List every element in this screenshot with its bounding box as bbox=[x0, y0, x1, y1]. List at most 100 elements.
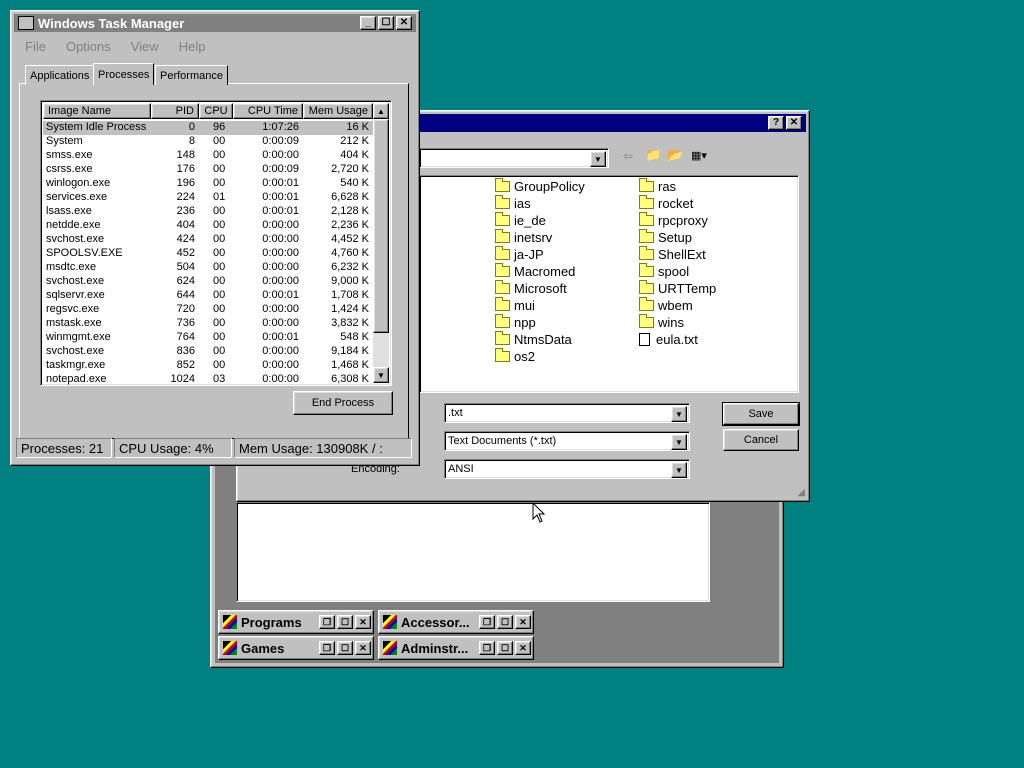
column-cpu-time[interactable]: CPU Time bbox=[233, 103, 303, 119]
chevron-down-icon[interactable]: ▼ bbox=[671, 434, 687, 450]
folder-item[interactable]: ias bbox=[495, 194, 531, 211]
end-process-button[interactable]: End Process bbox=[293, 391, 393, 415]
view-menu-icon[interactable]: ▦▾ bbox=[691, 149, 707, 162]
process-row[interactable]: mstask.exe 736 00 0:00:00 3,832 K bbox=[43, 317, 375, 331]
close-button[interactable]: ✕ bbox=[396, 16, 412, 30]
menu-view[interactable]: View bbox=[131, 39, 159, 54]
process-row[interactable]: services.exe 224 01 0:00:01 6,628 K bbox=[43, 191, 375, 205]
process-row[interactable]: netdde.exe 404 00 0:00:00 2,236 K bbox=[43, 219, 375, 233]
scroll-up-button[interactable]: ▲ bbox=[373, 103, 389, 119]
close-button[interactable]: ✕ bbox=[786, 116, 802, 130]
folder-item[interactable]: ShellExt bbox=[639, 245, 706, 262]
process-time: 0:00:00 bbox=[262, 219, 299, 231]
restore-button[interactable]: ❐ bbox=[479, 641, 495, 655]
maximize-button[interactable]: ☐ bbox=[337, 641, 353, 655]
process-row[interactable]: System 8 00 0:00:09 212 K bbox=[43, 135, 375, 149]
process-row[interactable]: notepad.exe 1024 03 0:00:00 6,308 K bbox=[43, 373, 375, 385]
process-row[interactable]: svchost.exe 836 00 0:00:00 9,184 K bbox=[43, 345, 375, 359]
folder-item[interactable]: wins bbox=[639, 313, 684, 330]
maximize-button[interactable]: ☐ bbox=[497, 641, 513, 655]
column-mem-usage[interactable]: Mem Usage bbox=[303, 103, 373, 119]
save-button[interactable]: Save bbox=[722, 402, 800, 426]
process-row[interactable]: smss.exe 148 00 0:00:00 404 K bbox=[43, 149, 375, 163]
folder-item[interactable]: ras bbox=[639, 177, 676, 194]
folder-item[interactable]: mui bbox=[495, 296, 535, 313]
chevron-down-icon[interactable]: ▼ bbox=[671, 406, 687, 422]
process-mem: 2,236 K bbox=[331, 219, 369, 231]
column-image-name[interactable]: Image Name bbox=[43, 103, 151, 119]
minimized-administrative-tools[interactable]: Adminstr... ❐ ☐ ✕ bbox=[378, 636, 534, 660]
close-button[interactable]: ✕ bbox=[515, 641, 531, 655]
maximize-button[interactable]: ☐ bbox=[378, 16, 394, 30]
help-button[interactable]: ? bbox=[768, 116, 784, 130]
folder-item[interactable]: inetsrv bbox=[495, 228, 552, 245]
process-row[interactable]: taskmgr.exe 852 00 0:00:00 1,468 K bbox=[43, 359, 375, 373]
restore-button[interactable]: ❐ bbox=[319, 615, 335, 629]
chevron-down-icon[interactable]: ▼ bbox=[671, 462, 687, 478]
restore-button[interactable]: ❐ bbox=[479, 615, 495, 629]
folder-item[interactable]: wbem bbox=[639, 296, 693, 313]
folder-item[interactable]: GroupPolicy bbox=[495, 177, 585, 194]
tab-performance[interactable]: Performance bbox=[155, 65, 228, 85]
file-list[interactable] bbox=[419, 175, 799, 393]
tab-processes[interactable]: Processes bbox=[93, 63, 155, 85]
process-row[interactable]: winlogon.exe 196 00 0:00:01 540 K bbox=[43, 177, 375, 191]
encoding-select[interactable]: ANSI ▼ bbox=[444, 459, 690, 479]
process-row[interactable]: sqlservr.exe 644 00 0:00:01 1,708 K bbox=[43, 289, 375, 303]
folder-item[interactable]: ie_de bbox=[495, 211, 546, 228]
close-button[interactable]: ✕ bbox=[355, 641, 371, 655]
maximize-button[interactable]: ☐ bbox=[337, 615, 353, 629]
scroll-thumb[interactable] bbox=[373, 119, 389, 333]
process-row[interactable]: svchost.exe 624 00 0:00:00 9,000 K bbox=[43, 275, 375, 289]
process-row[interactable]: msdtc.exe 504 00 0:00:00 6,232 K bbox=[43, 261, 375, 275]
restore-button[interactable]: ❐ bbox=[319, 641, 335, 655]
minimize-button[interactable]: _ bbox=[360, 16, 376, 30]
process-row[interactable]: lsass.exe 236 00 0:00:01 2,128 K bbox=[43, 205, 375, 219]
folder-item[interactable]: rpcproxy bbox=[639, 211, 708, 228]
folder-item[interactable]: NtmsData bbox=[495, 330, 572, 347]
process-row[interactable]: winmgmt.exe 764 00 0:00:01 548 K bbox=[43, 331, 375, 345]
up-folder-icon[interactable]: 📁 bbox=[645, 147, 661, 163]
folder-item[interactable]: spool bbox=[639, 262, 689, 279]
menu-options[interactable]: Options bbox=[66, 39, 111, 54]
file-item[interactable]: eula.txt bbox=[639, 331, 698, 347]
minimized-accessories[interactable]: Accessor... ❐ ☐ ✕ bbox=[378, 610, 534, 634]
process-row[interactable]: svchost.exe 424 00 0:00:00 4,452 K bbox=[43, 233, 375, 247]
maximize-button[interactable]: ☐ bbox=[497, 615, 513, 629]
tab-applications[interactable]: Applications bbox=[25, 65, 95, 85]
process-cpu: 00 bbox=[213, 205, 226, 217]
process-row[interactable]: System Idle Process 0 96 1:07:26 16 K bbox=[43, 121, 375, 135]
notepad-text-area[interactable] bbox=[236, 502, 710, 602]
scroll-down-button[interactable]: ▼ bbox=[373, 367, 389, 383]
menu-file[interactable]: File bbox=[25, 39, 46, 54]
folder-item[interactable]: Setup bbox=[639, 228, 692, 245]
file-type-select[interactable]: Text Documents (*.txt) ▼ bbox=[444, 431, 690, 451]
minimized-games[interactable]: Games ❐ ☐ ✕ bbox=[218, 636, 374, 660]
look-in-combo[interactable]: ▼ bbox=[419, 148, 609, 168]
new-folder-icon[interactable]: 📂 bbox=[667, 147, 683, 163]
folder-item[interactable]: ja-JP bbox=[495, 245, 544, 262]
chevron-down-icon[interactable]: ▼ bbox=[590, 151, 606, 167]
minimized-programs[interactable]: Programs ❐ ☐ ✕ bbox=[218, 610, 374, 634]
folder-item[interactable]: Microsoft bbox=[495, 279, 567, 296]
process-row[interactable]: SPOOLSV.EXE 452 00 0:00:00 4,760 K bbox=[43, 247, 375, 261]
process-list[interactable]: Image Name PID CPU CPU Time Mem Usage Sy… bbox=[40, 100, 392, 386]
back-arrow-icon[interactable]: ⇦ bbox=[623, 149, 633, 163]
folder-item[interactable]: npp bbox=[495, 313, 536, 330]
resize-grip-icon[interactable]: ◢ bbox=[797, 487, 805, 498]
process-row[interactable]: csrss.exe 176 00 0:00:09 2,720 K bbox=[43, 163, 375, 177]
column-pid[interactable]: PID bbox=[151, 103, 199, 119]
file-name-input[interactable]: .txt ▼ bbox=[444, 403, 690, 423]
folder-item[interactable]: rocket bbox=[639, 194, 693, 211]
folder-item[interactable]: Macromed bbox=[495, 262, 575, 279]
task-manager-title-bar[interactable]: Windows Task Manager _ ☐ ✕ bbox=[14, 14, 416, 32]
column-cpu[interactable]: CPU bbox=[199, 103, 233, 119]
close-button[interactable]: ✕ bbox=[515, 615, 531, 629]
folder-item[interactable]: URTTemp bbox=[639, 279, 716, 296]
close-button[interactable]: ✕ bbox=[355, 615, 371, 629]
vertical-scrollbar[interactable]: ▲ ▼ bbox=[373, 103, 389, 383]
menu-help[interactable]: Help bbox=[179, 39, 206, 54]
cancel-button[interactable]: Cancel bbox=[723, 429, 799, 451]
process-row[interactable]: regsvc.exe 720 00 0:00:00 1,424 K bbox=[43, 303, 375, 317]
folder-item[interactable]: os2 bbox=[495, 347, 535, 364]
